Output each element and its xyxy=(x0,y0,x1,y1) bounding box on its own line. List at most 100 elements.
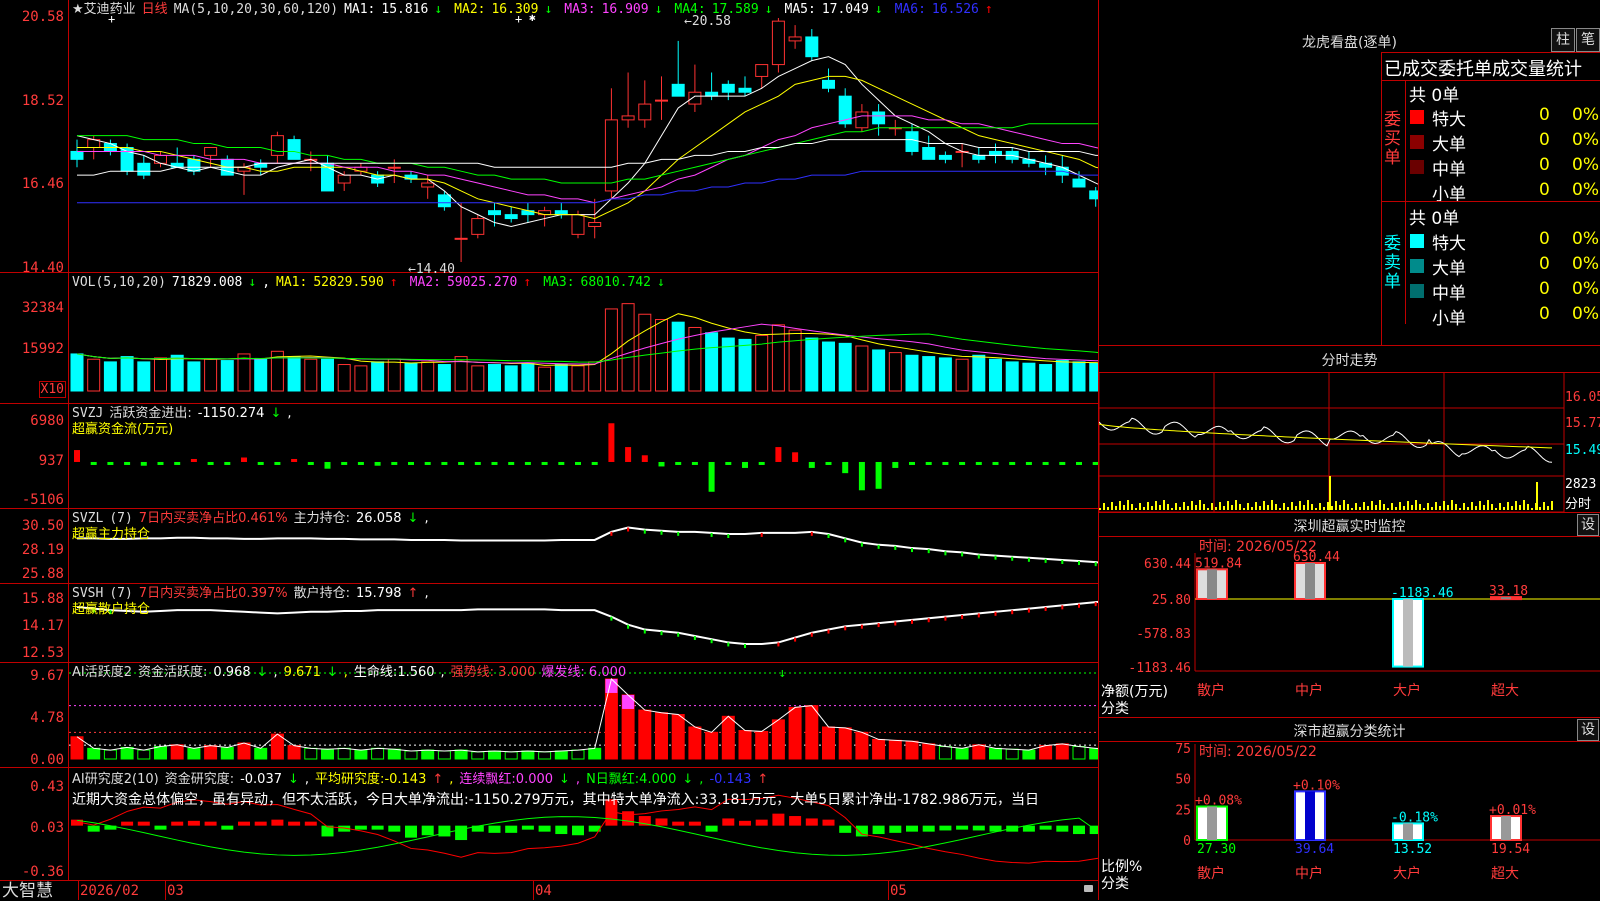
svzl-panel[interactable]: 30.50 28.19 25.88 SVZL (7) 7日内买卖净占比0.461% 主… xyxy=(0,509,1098,584)
ai1-extra-wrap: 9.671 ↓, xyxy=(283,665,348,680)
fenshi-volume-bar xyxy=(1119,501,1121,510)
monitor-chart[interactable]: 630.44 25.80 -578.83 -1183.46 519.84 散户 630.44… xyxy=(1099,513,1600,717)
vol-legend-item: MA3: 68010.742 ↓ xyxy=(543,275,671,290)
classify-panel[interactable]: 深市超赢分类统计 设 时间: 2026/05/22 75 50 25 0 +0.08% 2… xyxy=(1099,718,1600,900)
fund-flow-bar xyxy=(1025,461,1032,465)
ytick: 32384 xyxy=(21,300,64,316)
fenshi-volume-bar xyxy=(1219,502,1221,510)
tick-mode-button[interactable]: 笔 xyxy=(1576,28,1600,52)
fenshi-volume-bar xyxy=(1323,507,1325,510)
fenshi-volume-bar xyxy=(1139,503,1141,510)
volume-bar xyxy=(1005,361,1019,392)
volume-panel[interactable]: 32384 15992 X10 VOL(5,10,20) 71829.008 ↓, M… xyxy=(0,273,1098,404)
ai-research-panel[interactable]: 0.43 0.03 -0.36 AI研究度2(10) 资金研究度: -0.037 ↓,… xyxy=(0,768,1098,880)
fenshi-chart[interactable] xyxy=(1099,372,1600,512)
monitor-panel[interactable]: 深圳超赢实时监控 设 时间: 2026/05/22 630.44 25.80 -57… xyxy=(1099,513,1600,717)
ytick: 12.53 xyxy=(21,645,64,661)
unit-label: X10 xyxy=(38,381,66,398)
candle-body xyxy=(788,36,802,42)
ytick: 0.00 xyxy=(30,752,64,768)
fund-flow-bar xyxy=(207,461,214,465)
bar-shade xyxy=(1207,806,1217,840)
holding-tick xyxy=(1061,605,1064,610)
ytick: -578.83 xyxy=(1136,627,1191,642)
candle-body xyxy=(855,111,869,129)
svzj-panel[interactable]: 6980 937 -5106 SVZJ 活跃资金进出: -1150.274 ↓, 超赢… xyxy=(0,404,1098,509)
volume-chart[interactable] xyxy=(69,273,1098,403)
fund-flow-bar xyxy=(157,461,164,465)
ytick: 9.67 xyxy=(30,668,64,684)
volume-bar xyxy=(872,349,886,392)
ma-label: MA6: xyxy=(894,2,926,17)
holding-tick xyxy=(827,533,830,538)
volume-bar xyxy=(989,358,1002,392)
fenshi-volume-bar xyxy=(1371,501,1373,510)
sep: , xyxy=(424,511,429,526)
fund-flow-bar xyxy=(825,461,832,465)
fenshi-volume-bar xyxy=(1435,502,1437,510)
date-label: 05 xyxy=(890,883,907,899)
activity-bar xyxy=(1039,745,1053,760)
ytick: 25.80 xyxy=(1152,593,1191,608)
activity-bar xyxy=(955,747,969,760)
fund-flow-bar xyxy=(775,447,782,462)
volume-bar xyxy=(905,354,919,392)
ytick: 0.03 xyxy=(30,820,64,836)
kline-plot[interactable] xyxy=(69,0,1098,272)
fund-flow-bar xyxy=(942,461,949,465)
ai2-red1-value: 0.000 xyxy=(515,772,554,787)
svzl-sub: 超赢主力持仓 xyxy=(72,527,151,542)
activity-bar xyxy=(989,747,1002,760)
fenshi-volume-bar xyxy=(1527,504,1529,510)
candle-body xyxy=(755,64,769,77)
ytick: 15.77 xyxy=(1565,416,1600,431)
fund-flow-bar xyxy=(808,461,815,468)
ai1-label: 资金活跃度: xyxy=(138,665,208,680)
fenshi-volume-bar xyxy=(1507,502,1509,510)
fund-flow-bar xyxy=(858,461,865,491)
research-bar xyxy=(939,825,952,831)
volume-title: VOL(5,10,20) 71829.008 ↓, MA1: 52829.590 ↑ MA2… xyxy=(72,275,683,290)
price-line xyxy=(1099,417,1553,463)
longhu-panel[interactable]: 龙虎看盘(逐单) 柱 笔 已成交委托单成交量统计 委买单 共 0单 特大 0 0% 大… xyxy=(1099,0,1600,345)
ai-activity-panel[interactable]: 9.67 4.78 0.00 ↓ AI活跃度2 资金活跃度: 0.968 ↓, 9.67… xyxy=(0,663,1098,768)
fenshi-volume-bar xyxy=(1427,503,1429,510)
candlestick-chart[interactable] xyxy=(69,0,1098,272)
ytick: 16.05 xyxy=(1565,390,1600,405)
ai1-life: 生命线: xyxy=(353,665,398,680)
stat-row: 小单 0 0% xyxy=(1406,304,1600,329)
fund-flow-bar xyxy=(792,452,799,462)
buy-total: 共 0单 xyxy=(1409,86,1460,106)
ai2-red1-wrap: 0.000 ↓, xyxy=(515,772,581,787)
activity-bar xyxy=(888,739,902,760)
candle-body xyxy=(387,166,401,169)
svsh-label: 散户持仓: xyxy=(293,586,351,601)
kline-panel[interactable]: 20.58 18.52 16.46 14.40 ★艾迪药业 日线 MA(5,10,2… xyxy=(0,0,1098,277)
ai2-avg: 平均研究度: xyxy=(315,772,385,787)
fenshi-volume-bar xyxy=(1423,508,1425,510)
ai1-life-value: 1.560 xyxy=(397,665,435,680)
research-bar xyxy=(421,825,434,836)
activity-bar xyxy=(321,748,334,760)
ytick: 25 xyxy=(1175,803,1191,818)
volume-bar xyxy=(521,362,535,392)
fund-flow-bar xyxy=(1009,461,1016,465)
bar-mode-button[interactable]: 柱 xyxy=(1551,28,1575,52)
volume-plot[interactable] xyxy=(69,273,1098,403)
stat-row: 特大 0 0% xyxy=(1406,105,1600,130)
volume-bar xyxy=(1039,364,1053,392)
bar-percent: 27.30 xyxy=(1197,842,1236,857)
ai2-red2-value: 4.000 xyxy=(639,772,677,787)
bar-shade xyxy=(1305,791,1315,840)
classify-chart[interactable]: 75 50 25 0 +0.08% 27.30 散户 +0.10% 39.64 中户 -0.18% 1… xyxy=(1099,718,1600,900)
svsh-panel[interactable]: 15.88 14.17 12.53 SVSH (7) 7日内买卖净占比0.397% 散… xyxy=(0,584,1098,663)
lock-icon[interactable] xyxy=(1084,885,1093,892)
research-bar xyxy=(221,825,234,830)
fenshi-volume-bar xyxy=(1455,504,1457,510)
fenshi-volume-bar xyxy=(1291,502,1293,510)
fenshi-panel[interactable]: 分时走势 16.05 15.77 15.49 2823 分时 xyxy=(1099,346,1600,512)
candle-body xyxy=(938,154,952,160)
fund-flow-bar xyxy=(1059,461,1066,465)
research-bar xyxy=(672,821,685,826)
arrow: ↓ xyxy=(434,2,443,17)
